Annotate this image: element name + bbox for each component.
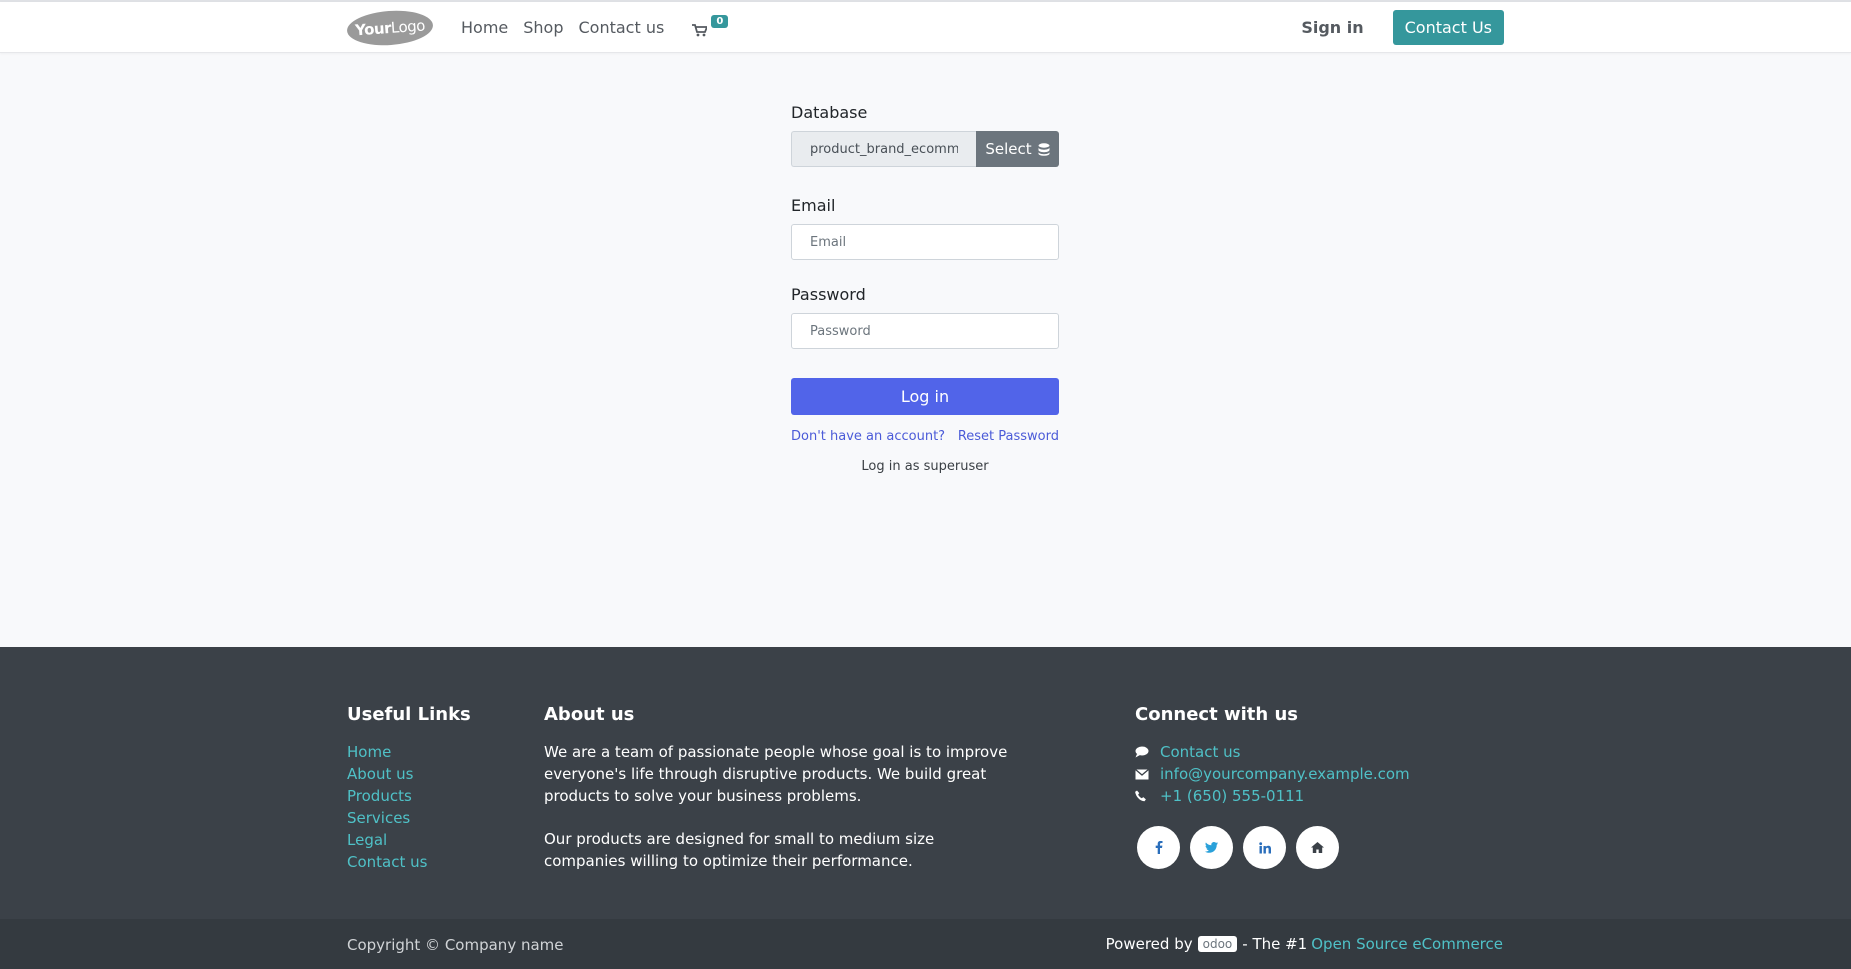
footer-link-about-us[interactable]: About us: [347, 763, 471, 785]
company-logo[interactable]: YourLogo: [345, 7, 435, 48]
comment-icon: [1135, 746, 1160, 758]
social-links: [1137, 826, 1410, 869]
about-paragraph-1: We are a team of passionate people whose…: [544, 743, 1008, 805]
about-paragraph-2: Our products are designed for small to m…: [544, 830, 935, 870]
select-label: Select: [985, 140, 1032, 158]
envelope-icon: [1135, 768, 1160, 780]
nav-shop[interactable]: Shop: [523, 18, 563, 37]
logo-text: YourLogo: [355, 16, 426, 39]
about-title: About us: [544, 704, 635, 725]
connect-title: Connect with us: [1135, 704, 1298, 725]
email-input[interactable]: [791, 224, 1059, 260]
password-input[interactable]: [791, 313, 1059, 349]
password-group: Password: [791, 285, 1059, 349]
footer-link-legal[interactable]: Legal: [347, 829, 471, 851]
database-select-button[interactable]: Select: [976, 131, 1059, 167]
signup-link[interactable]: Don't have an account?: [791, 429, 945, 444]
copyright-text: Copyright © Company name: [347, 936, 564, 954]
shopping-cart-icon: [692, 23, 708, 36]
footer-link-services[interactable]: Services: [347, 807, 471, 829]
contact-row: Contact us: [1135, 741, 1410, 763]
log-in-button[interactable]: Log in: [791, 378, 1059, 415]
about-section: About us We are a team of passionate peo…: [544, 704, 1014, 893]
odoo-logo[interactable]: odoo: [1197, 936, 1238, 952]
footer-phone-link[interactable]: +1 (650) 555-0111: [1160, 785, 1304, 807]
cart-link[interactable]: 0: [692, 13, 729, 43]
database-label: Database: [791, 103, 868, 122]
phone-icon: [1135, 790, 1160, 802]
login-links: Don't have an account? Reset Password: [791, 429, 1059, 444]
footer-contact-link[interactable]: Contact us: [1160, 741, 1240, 763]
footer-link-home[interactable]: Home: [347, 741, 471, 763]
logo-prefix: Your: [354, 18, 392, 39]
password-label: Password: [791, 285, 866, 304]
nav-right: Sign in Contact Us: [1301, 10, 1504, 45]
connect-section: Connect with us Contact us info@yourcomp…: [1135, 704, 1410, 869]
navbar: YourLogo Home Shop Contact us 0 Sign in …: [0, 2, 1851, 53]
superuser-login-link[interactable]: Log in as superuser: [791, 459, 1059, 474]
nav-contact-us[interactable]: Contact us: [579, 18, 665, 37]
sign-in-link[interactable]: Sign in: [1301, 18, 1363, 37]
phone-row: +1 (650) 555-0111: [1135, 785, 1410, 807]
home-icon[interactable]: [1296, 826, 1339, 869]
facebook-icon[interactable]: [1137, 826, 1180, 869]
footer-link-products[interactable]: Products: [347, 785, 471, 807]
nav-home[interactable]: Home: [461, 18, 508, 37]
email-row: info@yourcompany.example.com: [1135, 763, 1410, 785]
useful-links-section: Useful Links Home About us Products Serv…: [347, 704, 471, 873]
powered-by: Powered by odoo - The #1 Open Source eCo…: [1106, 935, 1503, 953]
powered-by-label: Powered by: [1105, 935, 1193, 953]
database-icon: [1038, 142, 1050, 156]
main-nav: Home Shop Contact us: [461, 18, 679, 37]
copyright-bar: Copyright © Company name Powered by odoo…: [0, 919, 1851, 969]
navbar-inner: YourLogo Home Shop Contact us 0 Sign in …: [345, 2, 1504, 53]
open-source-ecommerce-link[interactable]: Open Source eCommerce: [1311, 935, 1503, 953]
contact-us-button[interactable]: Contact Us: [1392, 10, 1504, 45]
database-group: Select: [791, 131, 1059, 167]
linkedin-icon[interactable]: [1243, 826, 1286, 869]
login-form: Database Select Email Password Log in Do…: [791, 103, 1059, 474]
useful-links-title: Useful Links: [347, 704, 471, 725]
twitter-icon[interactable]: [1190, 826, 1233, 869]
logo-suffix: Logo: [390, 16, 426, 37]
reset-password-link[interactable]: Reset Password: [958, 429, 1059, 444]
footer: Useful Links Home About us Products Serv…: [0, 647, 1851, 919]
footer-link-contact-us[interactable]: Contact us: [347, 851, 471, 873]
footer-email-link[interactable]: info@yourcompany.example.com: [1160, 763, 1410, 785]
powered-tagline: - The #1: [1242, 935, 1308, 953]
email-group: Email: [791, 196, 1059, 260]
database-input[interactable]: [791, 131, 976, 167]
email-label: Email: [791, 196, 836, 215]
cart-count-badge: 0: [711, 14, 729, 28]
